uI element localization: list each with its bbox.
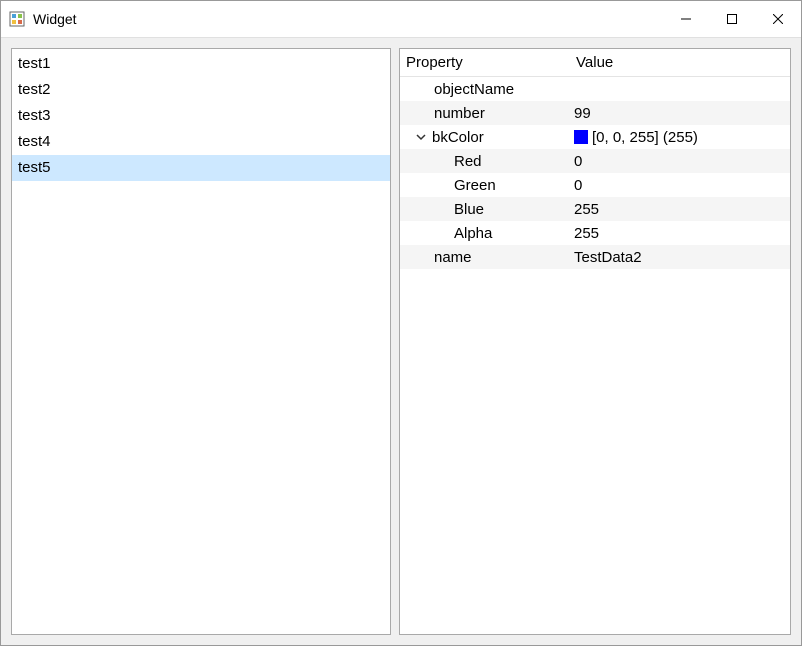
- titlebar: Widget: [1, 1, 801, 38]
- item-list[interactable]: test1 test2 test3 test4 test5: [12, 49, 390, 183]
- property-value[interactable]: 99: [570, 101, 790, 125]
- property-value[interactable]: 255: [570, 197, 790, 221]
- list-item[interactable]: test4: [12, 129, 390, 155]
- property-row-alpha[interactable]: Alpha 255: [400, 221, 790, 245]
- color-swatch: [574, 130, 588, 144]
- maximize-button[interactable]: [709, 1, 755, 37]
- property-row-name[interactable]: name TestData2: [400, 245, 790, 269]
- property-value[interactable]: 0: [570, 149, 790, 173]
- property-row-red[interactable]: Red 0: [400, 149, 790, 173]
- minimize-button[interactable]: [663, 1, 709, 37]
- window-title: Widget: [33, 11, 663, 27]
- property-value[interactable]: TestData2: [570, 245, 790, 269]
- property-row-green[interactable]: Green 0: [400, 173, 790, 197]
- chevron-down-icon[interactable]: [414, 130, 428, 144]
- property-key: Green: [400, 173, 570, 197]
- property-key: objectName: [400, 77, 570, 101]
- list-item[interactable]: test3: [12, 103, 390, 129]
- property-key: Alpha: [400, 221, 570, 245]
- property-row-objectname[interactable]: objectName: [400, 77, 790, 101]
- client-area: test1 test2 test3 test4 test5 Property V…: [1, 38, 801, 645]
- header-property[interactable]: Property: [400, 50, 570, 75]
- app-icon: [9, 11, 25, 27]
- property-key: Red: [400, 149, 570, 173]
- property-row-bkcolor[interactable]: bkColor [0, 0, 255] (255): [400, 125, 790, 149]
- property-value[interactable]: 0: [570, 173, 790, 197]
- property-value[interactable]: 255: [570, 221, 790, 245]
- list-item[interactable]: test1: [12, 51, 390, 77]
- property-row-blue[interactable]: Blue 255: [400, 197, 790, 221]
- property-panel: Property Value objectName number 99 bkCo…: [399, 48, 791, 635]
- property-header: Property Value: [400, 49, 790, 77]
- property-key: name: [400, 245, 570, 269]
- property-value[interactable]: [570, 77, 790, 101]
- list-item[interactable]: test5: [12, 155, 390, 181]
- property-key: number: [400, 101, 570, 125]
- property-key: Blue: [400, 197, 570, 221]
- list-panel: test1 test2 test3 test4 test5: [11, 48, 391, 635]
- property-key: bkColor: [400, 125, 570, 149]
- header-value[interactable]: Value: [570, 50, 790, 75]
- property-value[interactable]: [0, 0, 255] (255): [570, 125, 790, 149]
- property-key-label: bkColor: [432, 129, 484, 146]
- window-controls: [663, 1, 801, 37]
- close-button[interactable]: [755, 1, 801, 37]
- property-value-text: [0, 0, 255] (255): [592, 129, 698, 146]
- list-item[interactable]: test2: [12, 77, 390, 103]
- property-row-number[interactable]: number 99: [400, 101, 790, 125]
